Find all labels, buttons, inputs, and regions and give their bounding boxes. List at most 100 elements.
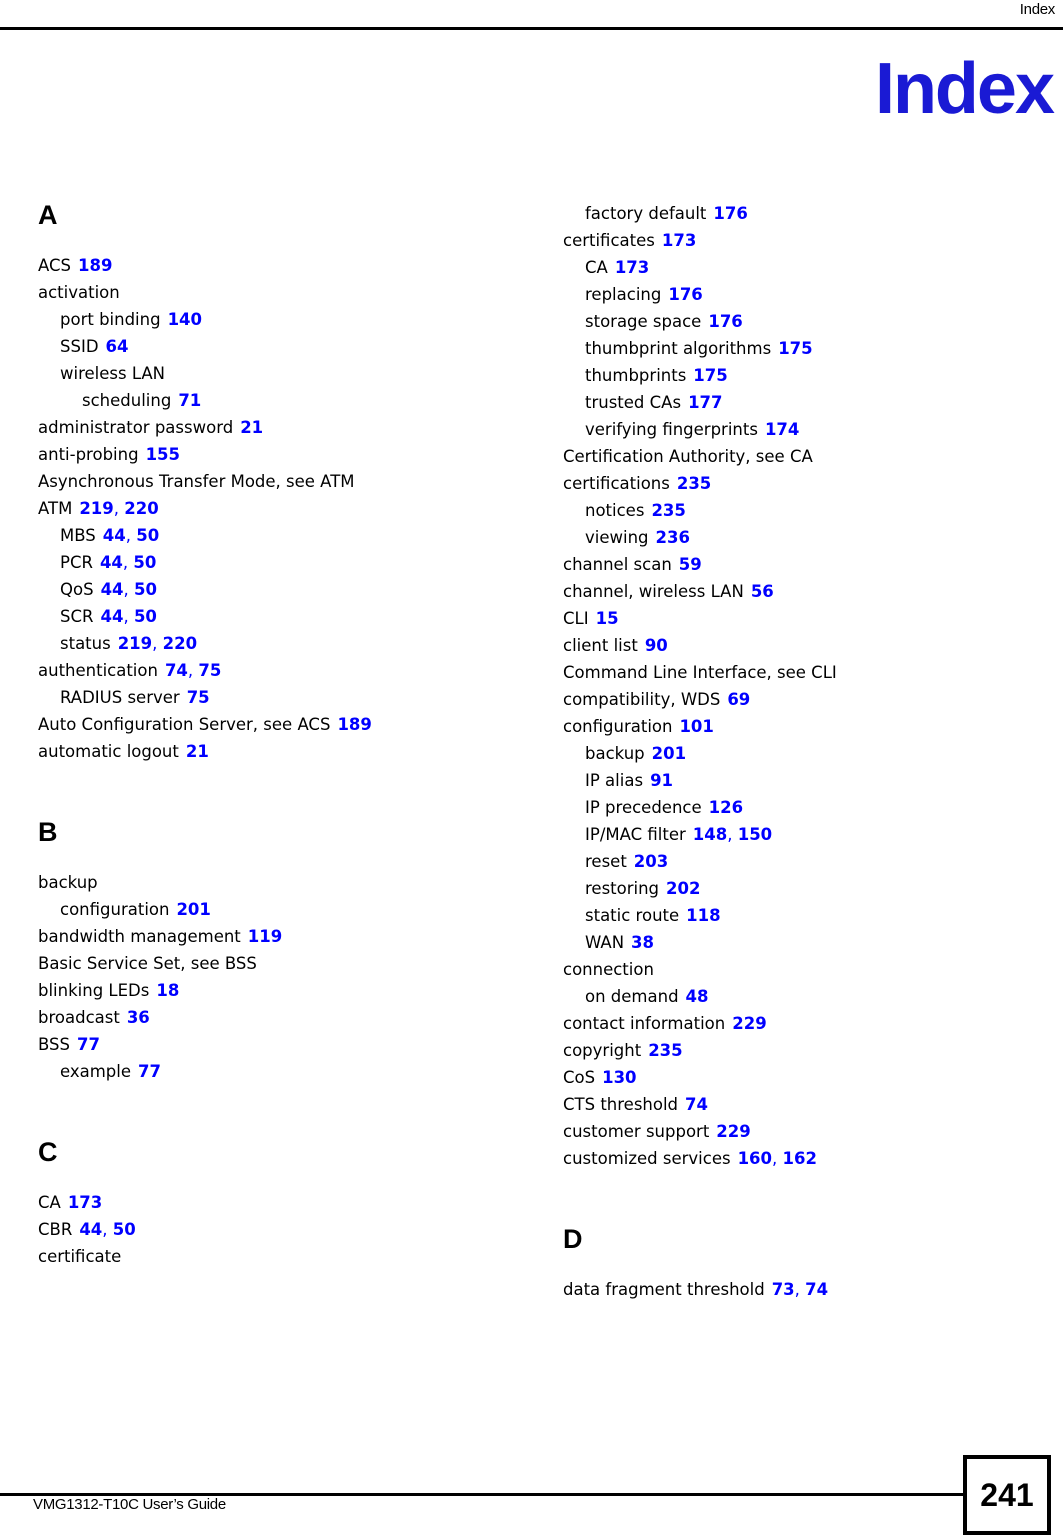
index-entry-page-link[interactable]: 160, 162 xyxy=(738,1149,817,1168)
index-entry-page-link[interactable]: 59 xyxy=(679,555,702,574)
page-number-ref[interactable]: 173 xyxy=(662,231,696,250)
page-number-ref[interactable]: 229 xyxy=(732,1014,766,1033)
page-number-ref[interactable]: 21 xyxy=(186,742,209,761)
page-number-ref[interactable]: 50 xyxy=(134,607,157,626)
index-entry-page-link[interactable]: 56 xyxy=(751,582,774,601)
index-entry-page-link[interactable]: 44, 50 xyxy=(101,580,157,599)
page-number-ref[interactable]: 75 xyxy=(187,688,210,707)
page-number-ref[interactable]: 176 xyxy=(713,204,747,223)
page-number-ref[interactable]: 75 xyxy=(198,661,221,680)
page-number-ref[interactable]: 74 xyxy=(685,1095,708,1114)
page-number-ref[interactable]: 64 xyxy=(106,337,129,356)
index-entry-page-link[interactable]: 130 xyxy=(602,1068,636,1087)
page-number-ref[interactable]: 101 xyxy=(679,717,713,736)
index-entry-page-link[interactable]: 176 xyxy=(708,312,742,331)
index-entry-page-link[interactable]: 44, 50 xyxy=(103,526,159,545)
page-number-ref[interactable]: 220 xyxy=(124,499,158,518)
index-entry-page-link[interactable]: 69 xyxy=(727,690,750,709)
index-entry-page-link[interactable]: 176 xyxy=(713,204,747,223)
page-number-ref[interactable]: 235 xyxy=(651,501,685,520)
index-entry-page-link[interactable]: 148, 150 xyxy=(693,825,772,844)
index-entry-page-link[interactable]: 91 xyxy=(650,771,673,790)
page-number-ref[interactable]: 44 xyxy=(101,580,124,599)
page-number-ref[interactable]: 50 xyxy=(113,1220,136,1239)
page-number-ref[interactable]: 44 xyxy=(100,553,123,572)
page-number-ref[interactable]: 201 xyxy=(176,900,210,919)
page-number-ref[interactable]: 220 xyxy=(163,634,197,653)
page-number-ref[interactable]: 18 xyxy=(156,981,179,1000)
page-number-ref[interactable]: 189 xyxy=(337,715,371,734)
page-number-ref[interactable]: 50 xyxy=(134,580,157,599)
page-number-ref[interactable]: 148 xyxy=(693,825,727,844)
index-entry-page-link[interactable]: 176 xyxy=(668,285,702,304)
index-entry-page-link[interactable]: 202 xyxy=(666,879,700,898)
index-entry-page-link[interactable]: 74 xyxy=(685,1095,708,1114)
index-entry-page-link[interactable]: 71 xyxy=(178,391,201,410)
page-number-ref[interactable]: 126 xyxy=(709,798,743,817)
page-number-ref[interactable]: 130 xyxy=(602,1068,636,1087)
page-number-ref[interactable]: 44 xyxy=(79,1220,102,1239)
page-number-ref[interactable]: 235 xyxy=(677,474,711,493)
index-entry-page-link[interactable]: 235 xyxy=(651,501,685,520)
index-entry-page-link[interactable]: 177 xyxy=(688,393,722,412)
page-number-ref[interactable]: 74 xyxy=(165,661,188,680)
page-number-ref[interactable]: 44 xyxy=(100,607,123,626)
page-number-ref[interactable]: 175 xyxy=(778,339,812,358)
index-entry-page-link[interactable]: 73, 74 xyxy=(772,1280,828,1299)
page-number-ref[interactable]: 219 xyxy=(79,499,113,518)
index-entry-page-link[interactable]: 203 xyxy=(634,852,668,871)
page-number-ref[interactable]: 56 xyxy=(751,582,774,601)
page-number-ref[interactable]: 15 xyxy=(596,609,619,628)
page-number-ref[interactable]: 36 xyxy=(127,1008,150,1027)
index-entry-page-link[interactable]: 74, 75 xyxy=(165,661,221,680)
index-entry-page-link[interactable]: 229 xyxy=(716,1122,750,1141)
index-entry-page-link[interactable]: 38 xyxy=(631,933,654,952)
index-entry-page-link[interactable]: 119 xyxy=(248,927,282,946)
index-entry-page-link[interactable]: 15 xyxy=(596,609,619,628)
index-entry-page-link[interactable]: 175 xyxy=(778,339,812,358)
page-number-ref[interactable]: 219 xyxy=(118,634,152,653)
page-number-ref[interactable]: 50 xyxy=(136,526,159,545)
index-entry-page-link[interactable]: 189 xyxy=(337,715,371,734)
page-number-ref[interactable]: 59 xyxy=(679,555,702,574)
index-entry-page-link[interactable]: 77 xyxy=(138,1062,161,1081)
page-number-ref[interactable]: 21 xyxy=(240,418,263,437)
index-entry-page-link[interactable]: 155 xyxy=(146,445,180,464)
page-number-ref[interactable]: 189 xyxy=(78,256,112,275)
index-entry-page-link[interactable]: 235 xyxy=(648,1041,682,1060)
page-number-ref[interactable]: 119 xyxy=(248,927,282,946)
page-number-ref[interactable]: 90 xyxy=(645,636,668,655)
page-number-ref[interactable]: 162 xyxy=(783,1149,817,1168)
index-entry-page-link[interactable]: 140 xyxy=(168,310,202,329)
page-number-ref[interactable]: 201 xyxy=(652,744,686,763)
page-number-ref[interactable]: 44 xyxy=(103,526,126,545)
page-number-ref[interactable]: 140 xyxy=(168,310,202,329)
index-entry-page-link[interactable]: 90 xyxy=(645,636,668,655)
page-number-ref[interactable]: 50 xyxy=(133,553,156,572)
index-entry-page-link[interactable]: 236 xyxy=(656,528,690,547)
index-entry-page-link[interactable]: 101 xyxy=(679,717,713,736)
index-entry-page-link[interactable]: 118 xyxy=(686,906,720,925)
index-entry-page-link[interactable]: 44, 50 xyxy=(79,1220,135,1239)
page-number-ref[interactable]: 150 xyxy=(738,825,772,844)
index-entry-page-link[interactable]: 126 xyxy=(709,798,743,817)
index-entry-page-link[interactable]: 173 xyxy=(662,231,696,250)
index-entry-page-link[interactable]: 21 xyxy=(240,418,263,437)
page-number-ref[interactable]: 38 xyxy=(631,933,654,952)
index-entry-page-link[interactable]: 77 xyxy=(77,1035,100,1054)
page-number-ref[interactable]: 229 xyxy=(716,1122,750,1141)
page-number-ref[interactable]: 175 xyxy=(693,366,727,385)
page-number-ref[interactable]: 176 xyxy=(668,285,702,304)
page-number-ref[interactable]: 118 xyxy=(686,906,720,925)
index-entry-page-link[interactable]: 201 xyxy=(652,744,686,763)
index-entry-page-link[interactable]: 201 xyxy=(176,900,210,919)
page-number-ref[interactable]: 235 xyxy=(648,1041,682,1060)
page-number-ref[interactable]: 160 xyxy=(738,1149,772,1168)
page-number-ref[interactable]: 202 xyxy=(666,879,700,898)
index-entry-page-link[interactable]: 75 xyxy=(187,688,210,707)
page-number-ref[interactable]: 174 xyxy=(765,420,799,439)
index-entry-page-link[interactable]: 18 xyxy=(156,981,179,1000)
page-number-ref[interactable]: 203 xyxy=(634,852,668,871)
page-number-ref[interactable]: 173 xyxy=(615,258,649,277)
index-entry-page-link[interactable]: 229 xyxy=(732,1014,766,1033)
